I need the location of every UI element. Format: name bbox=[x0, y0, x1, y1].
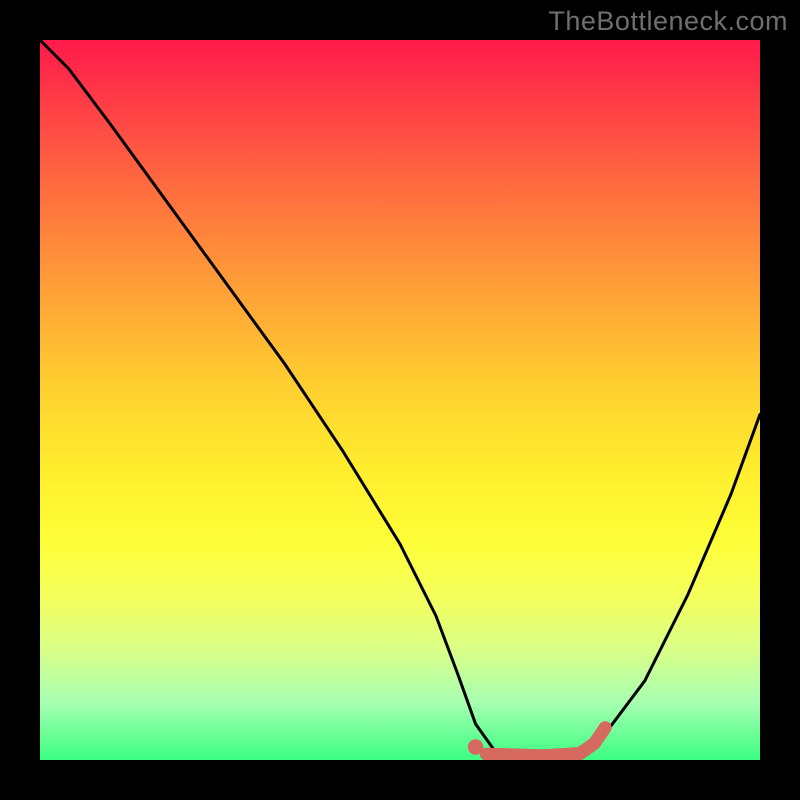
plot-area bbox=[40, 40, 760, 760]
chart-frame: TheBottleneck.com bbox=[0, 0, 800, 800]
bottleneck-curve-path bbox=[40, 40, 760, 760]
bottleneck-curve-svg bbox=[40, 40, 760, 760]
marker-trail bbox=[486, 728, 605, 756]
watermark-text: TheBottleneck.com bbox=[548, 6, 788, 37]
marker-dot bbox=[468, 739, 484, 755]
